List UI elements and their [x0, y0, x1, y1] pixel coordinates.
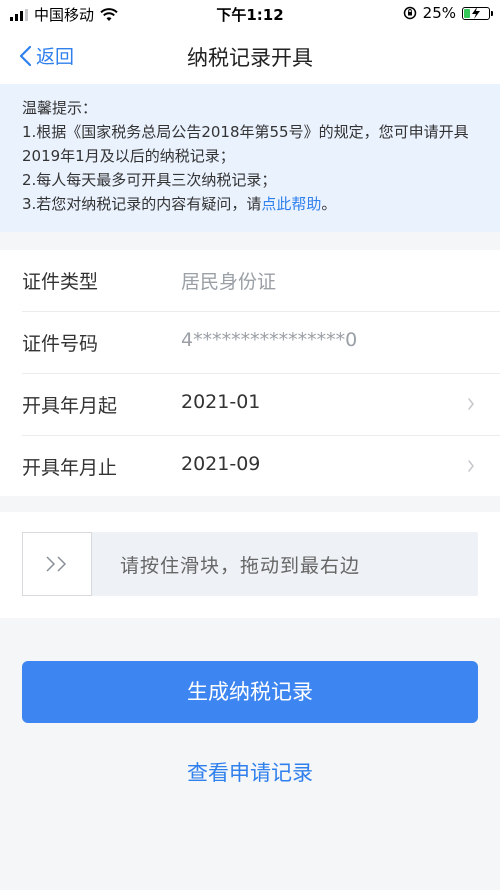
id-number-label: 证件号码 — [22, 333, 99, 355]
id-number-value: 4****************0 — [181, 329, 358, 351]
slider-track[interactable]: 请按住滑块，拖动到最右边 — [22, 532, 478, 596]
start-month-value[interactable]: 2021-01 — [181, 391, 260, 413]
form-row-start-month[interactable]: 开具年月起 2021-01 — [0, 374, 500, 436]
slider-section: 请按住滑块，拖动到最右边 — [0, 512, 500, 618]
nav-bar: 返回 纳税记录开具 — [0, 28, 500, 84]
tips-panel: 温馨提示： 1.根据《国家税务总局公告2018年第55号》的规定，您可申请开具2… — [0, 84, 500, 232]
slider-handle[interactable] — [22, 532, 92, 596]
status-right: 25% — [403, 4, 493, 22]
tips-heading: 温馨提示： — [22, 99, 98, 117]
form-row-end-month[interactable]: 开具年月止 2021-09 — [0, 436, 500, 498]
chevron-right-icon — [468, 398, 474, 410]
battery-icon — [462, 6, 493, 20]
record-form: 证件类型 居民身份证 证件号码 4****************0 开具年月起… — [0, 250, 500, 496]
id-type-value: 居民身份证 — [181, 271, 277, 293]
id-type-label: 证件类型 — [22, 271, 99, 293]
rotation-lock-icon — [403, 6, 416, 20]
help-link[interactable]: 点此帮助 — [261, 195, 321, 213]
end-month-label: 开具年月止 — [22, 457, 118, 479]
charging-bolt-icon — [472, 6, 480, 19]
generate-record-button[interactable]: 生成纳税记录 — [22, 661, 478, 723]
double-chevron-right-icon — [46, 556, 67, 572]
slider-hint: 请按住滑块，拖动到最右边 — [120, 555, 361, 577]
form-row-id-number: 证件号码 4****************0 — [0, 312, 500, 374]
end-month-value[interactable]: 2021-09 — [181, 453, 260, 475]
start-month-label: 开具年月起 — [22, 395, 118, 417]
form-row-id-type: 证件类型 居民身份证 — [0, 250, 500, 312]
tips-line-3: 3.若您对纳税记录的内容有疑问，请点此帮助。 — [22, 192, 478, 216]
view-records-link[interactable]: 查看申请记录 — [0, 757, 500, 787]
tips-line-3-suffix: 。 — [321, 195, 337, 213]
tips-line-2: 2.每人每天最多可开具三次纳税记录； — [22, 171, 277, 189]
tips-line-3-prefix: 3.若您对纳税记录的内容有疑问，请 — [22, 195, 262, 213]
battery-percent: 25% — [422, 4, 456, 22]
chevron-right-icon — [468, 460, 474, 472]
status-bar: 中国移动 下午1:12 25% — [0, 0, 500, 28]
tips-line-1: 1.根据《国家税务总局公告2018年第55号》的规定，您可申请开具2019年1月… — [22, 123, 469, 165]
page-title: 纳税记录开具 — [187, 46, 313, 70]
